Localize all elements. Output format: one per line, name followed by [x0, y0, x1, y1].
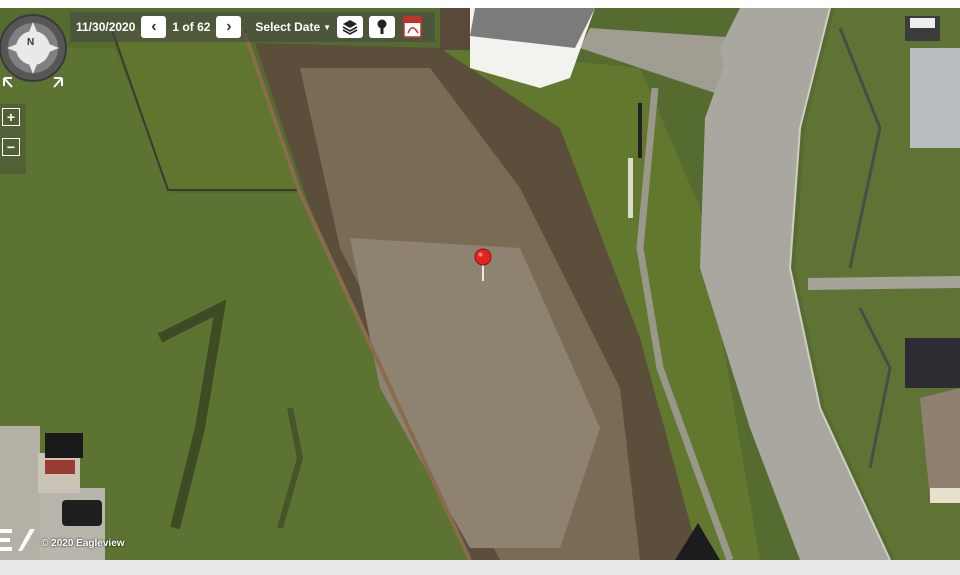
bottom-bar — [0, 560, 960, 575]
zoom-panel: + − — [0, 104, 26, 174]
location-button[interactable] — [369, 16, 396, 38]
eagleview-logo-icon — [0, 529, 35, 551]
imagery-toolbar: 11/30/2020 ‹ 1 of 62 › Select Date ▼ — [70, 12, 435, 42]
select-date-dropdown[interactable]: Select Date ▼ — [255, 20, 331, 34]
export-pdf-button[interactable] — [401, 15, 425, 39]
next-image-button[interactable]: › — [216, 16, 242, 38]
pdf-icon — [403, 16, 422, 38]
previous-image-button[interactable]: ‹ — [141, 16, 167, 38]
select-date-label: Select Date — [255, 20, 321, 34]
compass-north-label: N — [27, 37, 35, 48]
aerial-map-viewer[interactable]: N + − 11/30/2020 ‹ 1 of 62 › Select Date… — [0, 8, 960, 560]
compass-control[interactable]: N — [0, 12, 70, 92]
location-pin[interactable] — [474, 248, 492, 282]
layers-icon — [342, 20, 358, 35]
aerial-image — [0, 8, 960, 560]
location-pin-icon — [474, 248, 492, 281]
compass-icon — [0, 14, 67, 88]
layers-button[interactable] — [337, 16, 364, 38]
keyhole-icon — [377, 19, 387, 34]
chevron-right-icon: › — [226, 18, 232, 35]
eagleview-logo — [0, 526, 36, 554]
copyright-text: © 2020 Eagleview — [41, 538, 125, 549]
image-date: 11/30/2020 — [76, 20, 136, 34]
image-counter: 1 of 62 — [172, 20, 211, 34]
chevron-left-icon: ‹ — [151, 18, 157, 35]
chevron-down-icon: ▼ — [323, 22, 332, 32]
zoom-out-button[interactable]: − — [2, 138, 20, 156]
zoom-in-button[interactable]: + — [2, 108, 20, 126]
